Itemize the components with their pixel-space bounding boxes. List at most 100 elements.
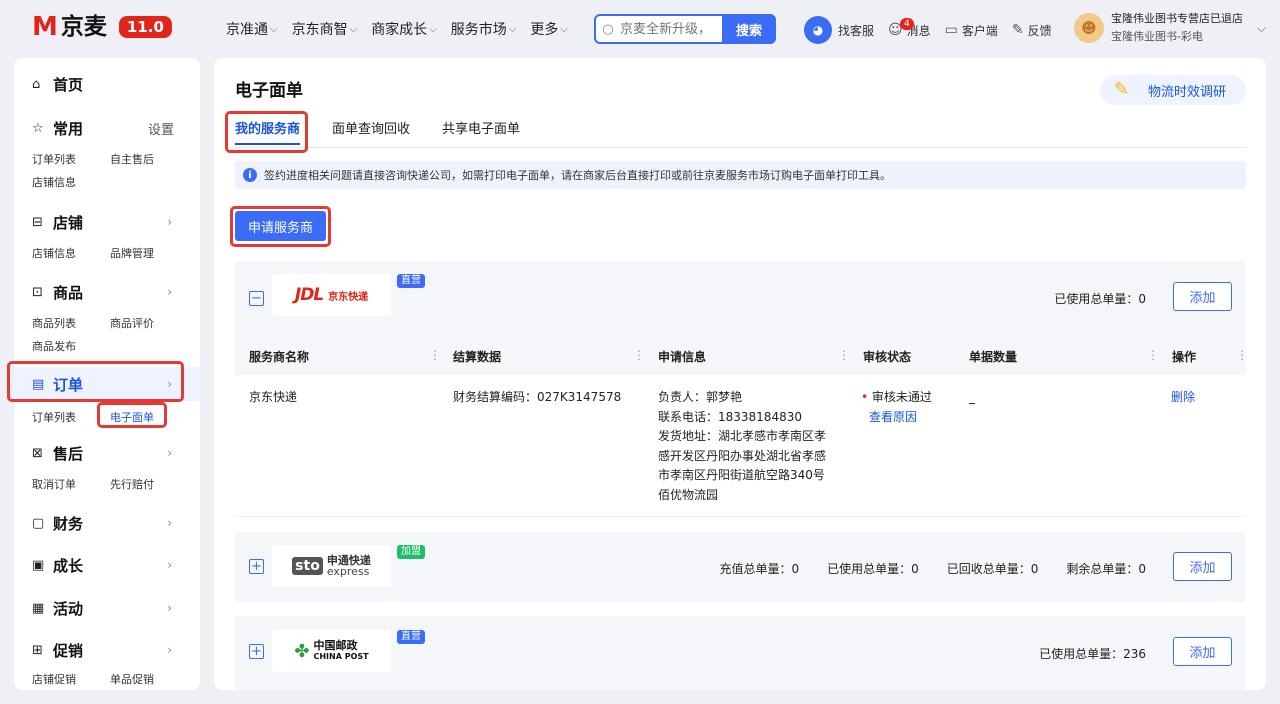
sidebar-label: 常用 <box>53 119 84 138</box>
nav-more[interactable]: 更多 ⌵ <box>530 19 568 39</box>
highlight-box <box>225 111 308 153</box>
tab-shared-waybill[interactable]: 共享电子面单 <box>442 118 520 147</box>
settlement-code: 财务结算编码：027K3147578 <box>453 390 622 404</box>
sidebar-shop-header[interactable]: ⊟ 店铺 › <box>14 210 200 234</box>
header-tools: ◕ 找客服 ☺ 4 消息 ▭ 客户端 ✎ 反馈 <box>804 16 1066 44</box>
search-input[interactable] <box>620 21 716 37</box>
pencil-icon: ✎ <box>1011 22 1024 38</box>
chevron-down-icon: ⌵ <box>429 23 437 35</box>
sidebar-item-goods-list[interactable]: 商品列表 <box>32 312 110 335</box>
sidebar-shop: ⊟ 店铺 › 店铺信息 品牌管理 <box>14 210 200 265</box>
shop-icon: ⊟ <box>32 214 43 230</box>
nav-jingzhuntong[interactable]: 京准通 ⌵ <box>226 19 278 39</box>
column-header: 单据数量 ⋮ <box>969 348 1159 365</box>
sidebar-growth[interactable]: ▣ 成长 › <box>14 553 200 577</box>
expand-toggle-icon[interactable]: + <box>249 644 264 659</box>
direct-tag: 直营 <box>397 630 425 644</box>
sidebar-item-goods-review[interactable]: 商品评价 <box>110 312 188 335</box>
column-menu-icon[interactable]: ⋮ <box>1147 348 1159 362</box>
delete-link[interactable]: 删除 <box>1171 388 1195 408</box>
finance-icon: ▢ <box>32 515 45 531</box>
column-menu-icon[interactable]: ⋮ <box>633 348 645 362</box>
view-reason-link[interactable]: 查看原因 <box>861 408 932 428</box>
column-header: 申请信息 ⋮ <box>658 348 850 365</box>
stat-used: 已使用总单量：0 <box>827 562 919 576</box>
logo-en: CHINA POST <box>313 652 369 661</box>
sidebar-item-goods-publish[interactable]: 商品发布 <box>32 335 110 358</box>
sidebar-promo-header[interactable]: ⊞ 促销 › <box>14 638 200 662</box>
sidebar-label: 店铺 <box>53 213 84 232</box>
sidebar-item-order-list[interactable]: 订单列表 <box>32 148 110 171</box>
nav-label: 京准通 <box>226 22 268 38</box>
tool-label: 客户端 <box>961 23 998 38</box>
add-button[interactable]: 添加 <box>1173 552 1232 581</box>
sidebar-promo: ⊞ 促销 › 店铺促销 单品促销 <box>14 638 200 690</box>
sidebar-item-prepay[interactable]: 先行赔付 <box>110 473 188 496</box>
tool-label: 反馈 <box>1027 23 1052 38</box>
chevron-right-icon: › <box>167 643 172 657</box>
settings-link[interactable]: 设置 <box>148 119 174 138</box>
logistics-survey-button[interactable]: ✎ 物流时效调研 <box>1100 75 1246 105</box>
provider-card-jd: − JDL 京东快递 直营 已使用总单量：0 添加 <box>235 261 1246 337</box>
expand-toggle-icon[interactable]: + <box>249 559 264 574</box>
sidebar-goods: ⊡ 商品 › 商品列表 商品评价 商品发布 <box>14 280 200 358</box>
sidebar-item-shop-promo[interactable]: 店铺促销 <box>32 668 110 690</box>
questionnaire-icon: ✎ <box>1114 79 1130 100</box>
add-button[interactable]: 添加 <box>1173 282 1232 311</box>
sidebar-item-shop-info[interactable]: 店铺信息 <box>32 242 110 265</box>
chevron-down-icon: ⌵ <box>349 23 358 35</box>
sidebar-item-item-promo[interactable]: 单品促销 <box>110 668 188 690</box>
collapse-toggle-icon[interactable]: − <box>249 291 264 306</box>
tab-waybill-query[interactable]: 面单查询回收 <box>332 118 410 147</box>
top-nav: 京准通 ⌵ 京东商智 ⌵ 商家成长 ⌵ 服务市场 ⌵ 更多 ⌵ <box>226 19 582 39</box>
table-row: 京东快递 财务结算编码：027K3147578 负责人：郭梦艳 联系电话：183… <box>235 375 1246 517</box>
logo-name: 中国邮政 <box>313 639 358 652</box>
customer-service-button[interactable]: ◕ 找客服 <box>804 16 874 44</box>
sidebar-aftersale-header[interactable]: ⊠ 售后 › <box>14 441 200 465</box>
logo-mark: M <box>32 12 58 42</box>
logo-name: 京东快递 <box>328 292 369 303</box>
sidebar-item-shop-info[interactable]: 店铺信息 <box>32 171 110 194</box>
sidebar-finance[interactable]: ▢ 财务 › <box>14 511 200 535</box>
aftersale-icon: ⊠ <box>32 445 43 461</box>
nav-service-market[interactable]: 服务市场 ⌵ <box>451 19 517 39</box>
sidebar-goods-header[interactable]: ⊡ 商品 › <box>14 280 200 304</box>
sto-logo: sto 申通快递 express <box>272 545 391 587</box>
provider-card-china-post: + ✤ 中国邮政 CHINA POST 直营 已使用总单量：236 添加 <box>235 616 1246 690</box>
add-button[interactable]: 添加 <box>1173 637 1232 666</box>
provider-name: 京东快递 <box>249 390 298 404</box>
sidebar-item-brand[interactable]: 品牌管理 <box>110 242 188 265</box>
nav-shangzhi[interactable]: 京东商智 ⌵ <box>292 19 358 39</box>
feedback-button[interactable]: ✎ 反馈 <box>1012 22 1052 39</box>
column-title: 服务商名称 <box>249 349 310 364</box>
table-header: 服务商名称 ⋮ 结算数据 ⋮ 申请信息 ⋮ 审核状态 单据数量 ⋮ 操作 ⋮ <box>235 337 1248 375</box>
home-icon: ⌂ <box>32 76 41 92</box>
survey-label: 物流时效调研 <box>1148 84 1227 100</box>
sidebar-label: 促销 <box>53 641 84 660</box>
store-name: 宝隆伟业图书专营店已退店 <box>1111 12 1243 25</box>
franchise-tag: 加盟 <box>397 545 425 559</box>
nav-growth[interactable]: 商家成长 ⌵ <box>371 19 437 39</box>
jingmai-logo[interactable]: M 京麦 11.0 <box>32 12 172 42</box>
messages-button[interactable]: ☺ 4 消息 <box>888 17 931 39</box>
stat-remaining: 剩余总单量：0 <box>1066 562 1146 576</box>
column-header: 操作 ⋮ <box>1172 348 1248 365</box>
status-dot: • <box>861 390 869 404</box>
sidebar-item-cancel-order[interactable]: 取消订单 <box>32 473 110 496</box>
sidebar-activity[interactable]: ▦ 活动 › <box>14 596 200 620</box>
user-menu[interactable]: ☻ 宝隆伟业图书专营店已退店 宝隆伟业图书-彩电 ⌵ <box>1074 10 1266 46</box>
avatar: ☻ <box>1074 13 1104 43</box>
version-badge: 11.0 <box>118 16 172 38</box>
sidebar-item-self-aftersale[interactable]: 自主售后 <box>110 148 188 171</box>
search-button[interactable]: 搜索 <box>722 14 776 44</box>
column-menu-icon[interactable]: ⋮ <box>838 348 850 362</box>
column-menu-icon[interactable]: ⋮ <box>1236 348 1248 362</box>
logo-mark: ✤ <box>294 640 310 662</box>
client-button[interactable]: ▭ 客户端 <box>945 22 998 39</box>
provider-stats: 充值总单量：0 已使用总单量：0 已回收总单量：0 剩余总单量：0 <box>691 560 1146 577</box>
info-notice: i 签约进度相关问题请直接咨询快递公司，如需打印电子面单，请在商家后台直接打印或… <box>235 161 1246 189</box>
column-menu-icon[interactable]: ⋮ <box>429 348 441 362</box>
chevron-down-icon: ⌵ <box>1257 20 1267 35</box>
sidebar-home[interactable]: ⌂ 首页 <box>14 72 200 96</box>
goods-icon: ⊡ <box>32 284 43 300</box>
